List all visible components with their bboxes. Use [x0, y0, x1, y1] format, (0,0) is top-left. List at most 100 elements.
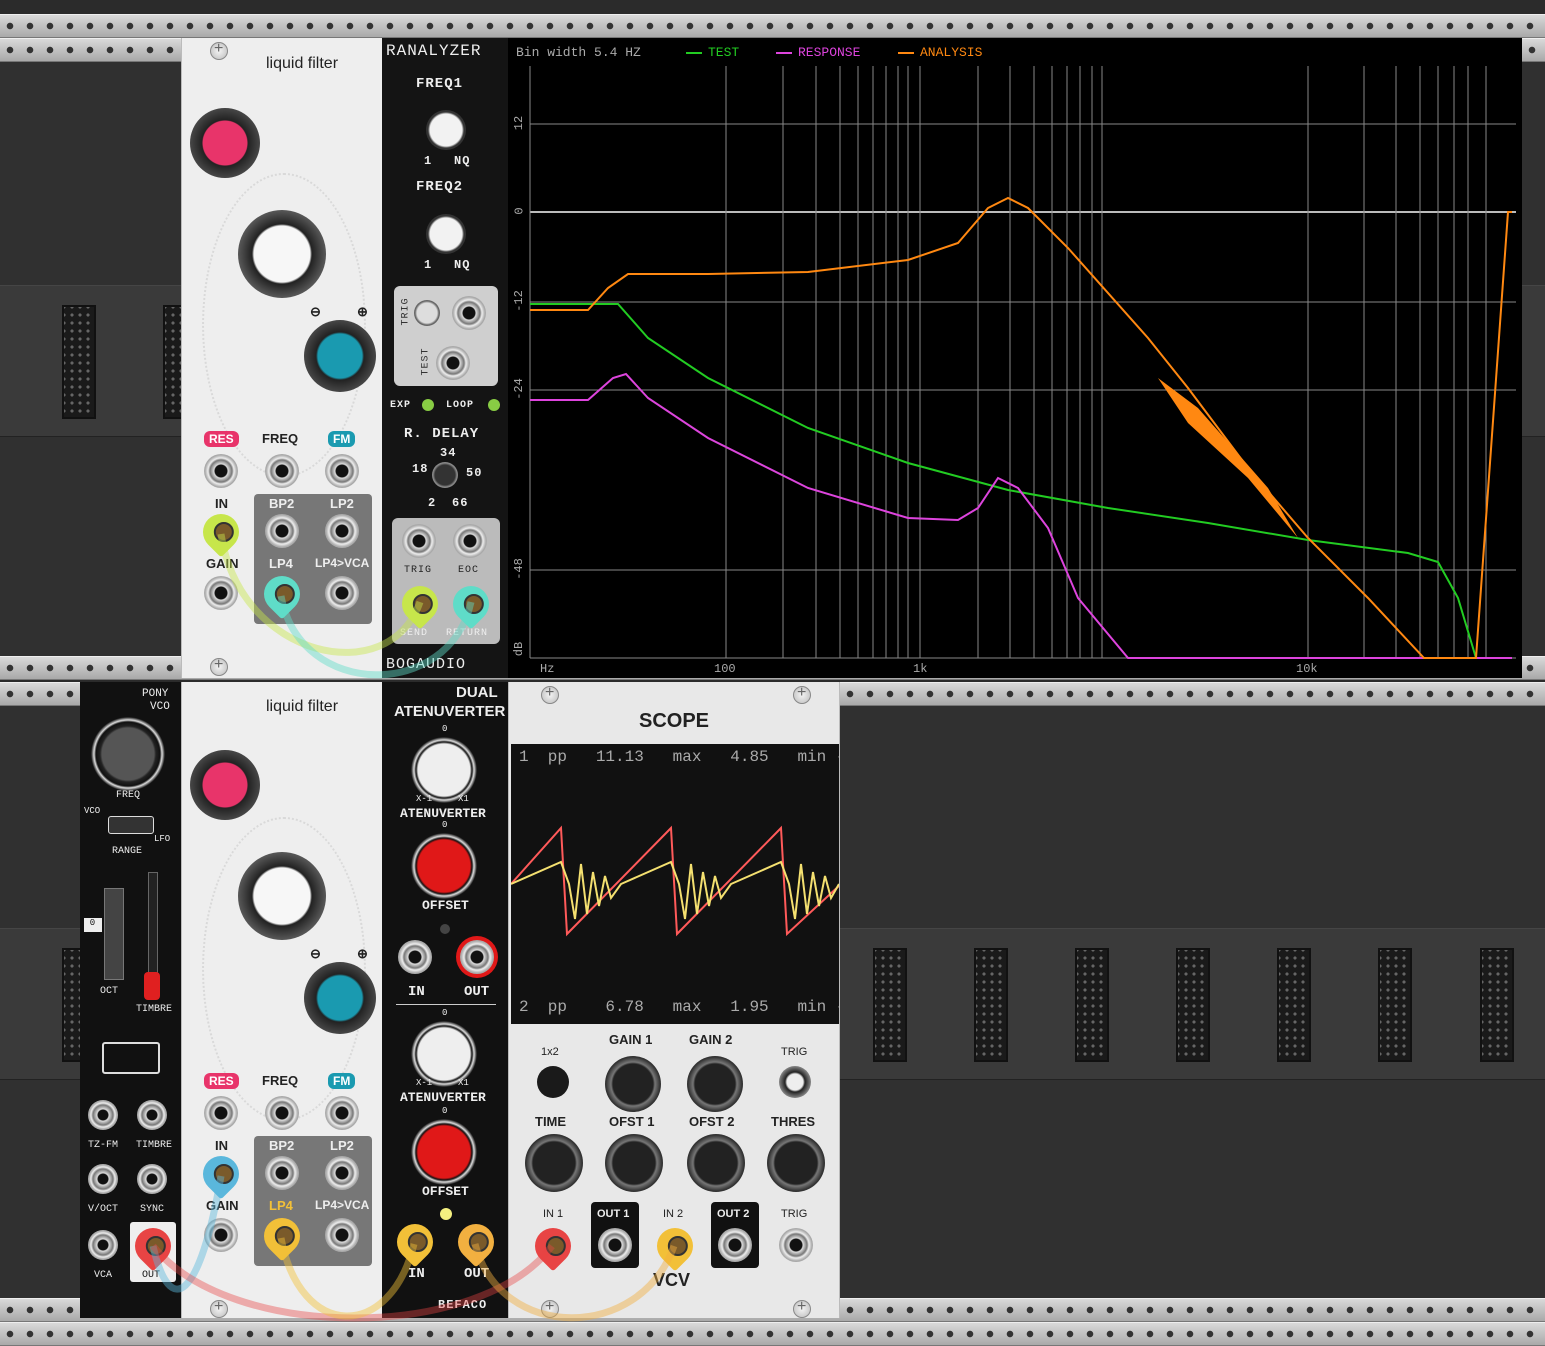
status-led — [440, 1208, 452, 1220]
lp4vca-output[interactable] — [325, 1218, 359, 1252]
bp2-output[interactable] — [265, 1156, 299, 1190]
voct-input[interactable] — [88, 1164, 118, 1194]
out-2-jack[interactable] — [718, 1228, 752, 1262]
trig-output[interactable] — [402, 524, 436, 558]
1x2-button[interactable] — [537, 1066, 569, 1098]
ytick-m12: -12 — [511, 290, 526, 312]
xtick-100: 100 — [714, 662, 736, 676]
ext-trig-input[interactable] — [779, 1228, 813, 1262]
module-title: liquid filter — [265, 55, 339, 72]
in-1-cable-plug[interactable] — [527, 1220, 579, 1272]
lp4vca-label: LP4>VCA — [315, 1198, 370, 1212]
lp4vca-label: LP4>VCA — [315, 556, 370, 570]
analyzer-display: Bin width 5.4 HZ TEST RESPONSE ANALYSIS — [508, 38, 1522, 678]
in-label: IN — [215, 1138, 228, 1153]
in-cable-plug[interactable] — [195, 1148, 247, 1200]
offset-2-knob[interactable] — [687, 1134, 745, 1192]
response-curve — [530, 372, 1512, 659]
bp2-label: BP2 — [269, 1138, 295, 1153]
brand-label: BEFACO — [438, 1298, 488, 1312]
fm-amount-knob[interactable] — [304, 320, 376, 392]
octave-slider[interactable] — [104, 888, 124, 980]
freq1-label: FREQ1 — [416, 76, 464, 92]
freq-label: FREQ — [262, 431, 299, 446]
gain-cv-input[interactable] — [204, 1218, 238, 1252]
bp2-output[interactable] — [265, 514, 299, 548]
gain-1-knob[interactable] — [605, 1056, 661, 1112]
eoc-output[interactable] — [453, 524, 487, 558]
lp2-output[interactable] — [325, 514, 359, 548]
out-1-jack[interactable] — [598, 1228, 632, 1262]
ytick-m48: -48 — [511, 558, 526, 580]
threshold-knob[interactable] — [767, 1134, 825, 1192]
in-cable-plug[interactable] — [195, 506, 247, 558]
pony-vco-module: PONY VCO FREQ VCO LFO RANGE 0 OCT TIMBRE… — [80, 682, 181, 1318]
screw-icon — [793, 684, 811, 704]
module-title: RANALYZER — [386, 42, 482, 60]
ytick-0: 0 — [512, 207, 527, 215]
blank-module — [1277, 948, 1311, 1062]
module-title: SCOPE — [638, 710, 710, 732]
time-knob[interactable] — [525, 1134, 583, 1192]
resonance-knob[interactable] — [190, 750, 260, 820]
lp4vca-output[interactable] — [325, 576, 359, 610]
lp4-label: LP4 — [269, 556, 293, 571]
gain-cv-input[interactable] — [204, 576, 238, 610]
blank-module — [1176, 948, 1210, 1062]
trig-button[interactable] — [779, 1066, 811, 1098]
analysis-curve — [530, 196, 1512, 659]
screw-icon — [793, 1298, 811, 1318]
trig-button[interactable] — [414, 300, 440, 326]
freq-cv-input[interactable] — [265, 1096, 299, 1130]
freq2-knob[interactable] — [426, 214, 466, 254]
in-2-cable-plug[interactable] — [649, 1220, 701, 1272]
res-cv-input[interactable] — [204, 1096, 238, 1130]
out-2-cable-plug[interactable] — [450, 1216, 502, 1268]
frequency-knob[interactable] — [238, 210, 326, 298]
offset-1-knob[interactable] — [605, 1134, 663, 1192]
ytick-m24: -24 — [511, 378, 526, 400]
xtick-10k: 10k — [1296, 662, 1318, 676]
in-1-jack[interactable] — [398, 940, 432, 974]
freq-knob[interactable] — [90, 716, 166, 792]
screw-icon — [210, 40, 228, 60]
xtick-1k: 1k — [913, 662, 928, 676]
test-input[interactable] — [436, 346, 470, 380]
resonance-knob[interactable] — [190, 108, 260, 178]
ranalyzer-module: RANALYZER FREQ1 1 NQ FREQ2 1 NQ TRIG TES… — [382, 38, 508, 678]
dual-atenuverter-module: DUAL ATENUVERTER 0 X-1 X1 ATENUVERTER 0 … — [382, 682, 508, 1318]
frequency-knob[interactable] — [238, 852, 326, 940]
freq-cv-input[interactable] — [265, 454, 299, 488]
tzfm-input[interactable] — [88, 1100, 118, 1130]
delay-knob[interactable] — [432, 462, 458, 488]
timbre-slider-handle[interactable] — [144, 972, 160, 1000]
fm-label: FM — [328, 1073, 356, 1089]
liquid-filter-module-2: liquid filter ⊖ ⊕ RES FREQ FM IN BP2 LP2… — [181, 682, 384, 1318]
blank-module — [974, 948, 1008, 1062]
vca-input[interactable] — [88, 1230, 118, 1260]
timbre-input[interactable] — [137, 1100, 167, 1130]
status-led — [440, 924, 450, 934]
waveform — [511, 825, 839, 937]
delay-label: R. DELAY — [404, 426, 480, 442]
in-2-cable-plug[interactable] — [389, 1216, 441, 1268]
trig-input[interactable] — [452, 296, 486, 330]
freq1-knob[interactable] — [426, 110, 466, 150]
offset-1-knob[interactable] — [408, 830, 480, 902]
wave-switch[interactable] — [102, 1042, 160, 1074]
fm-amount-knob[interactable] — [304, 962, 376, 1034]
res-cv-input[interactable] — [204, 454, 238, 488]
fm-input[interactable] — [325, 1096, 359, 1130]
blank-module — [62, 305, 96, 419]
lp2-output[interactable] — [325, 1156, 359, 1190]
channel-2-stats: 2 pp 6.78 max 1.95 min -4.83 — [519, 998, 839, 1016]
out-1-jack[interactable] — [460, 940, 494, 974]
fm-input[interactable] — [325, 454, 359, 488]
gain-2-knob[interactable] — [687, 1056, 743, 1112]
sync-input[interactable] — [137, 1164, 167, 1194]
liquid-filter-module-1: liquid filter ⊖ ⊕ RES FREQ FM IN BP2 LP2… — [181, 38, 384, 678]
offset-2-knob[interactable] — [408, 1116, 480, 1188]
range-switch[interactable] — [108, 816, 154, 834]
analysis-noise-band — [1158, 378, 1298, 538]
fm-label: FM — [328, 431, 356, 447]
